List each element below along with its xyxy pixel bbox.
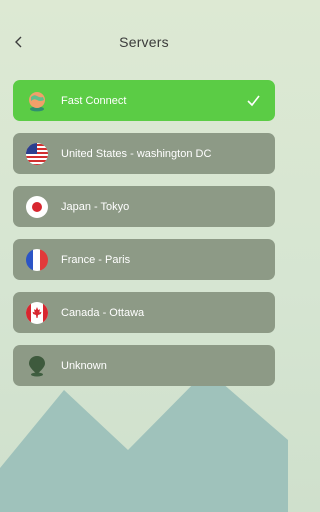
location-pin-icon xyxy=(29,355,45,376)
server-item-france[interactable]: France - Paris xyxy=(13,239,275,280)
server-label: France - Paris xyxy=(61,253,131,266)
globe-pin-icon xyxy=(29,91,45,111)
server-item-unknown[interactable]: Unknown xyxy=(13,345,275,386)
canada-flag-icon xyxy=(26,301,48,324)
server-label: Japan - Tokyo xyxy=(61,200,130,213)
server-label: United States - washington DC xyxy=(61,147,212,160)
server-item-fast-connect[interactable]: Fast Connect xyxy=(13,80,275,121)
server-label: Canada - Ottawa xyxy=(61,306,145,319)
page-title: Servers xyxy=(119,34,169,50)
france-flag-icon xyxy=(26,248,48,271)
us-flag-icon xyxy=(26,142,48,165)
server-item-canada[interactable]: Canada - Ottawa xyxy=(13,292,275,333)
japan-flag-icon xyxy=(26,195,48,218)
header: Servers xyxy=(0,26,288,58)
server-item-japan[interactable]: Japan - Tokyo xyxy=(13,186,275,227)
checkmark-icon xyxy=(247,95,260,107)
server-item-united-states[interactable]: United States - washington DC xyxy=(13,133,275,174)
server-label: Unknown xyxy=(61,359,107,372)
server-list: Fast Connect United States - washington … xyxy=(13,80,275,398)
server-label: Fast Connect xyxy=(61,94,127,107)
